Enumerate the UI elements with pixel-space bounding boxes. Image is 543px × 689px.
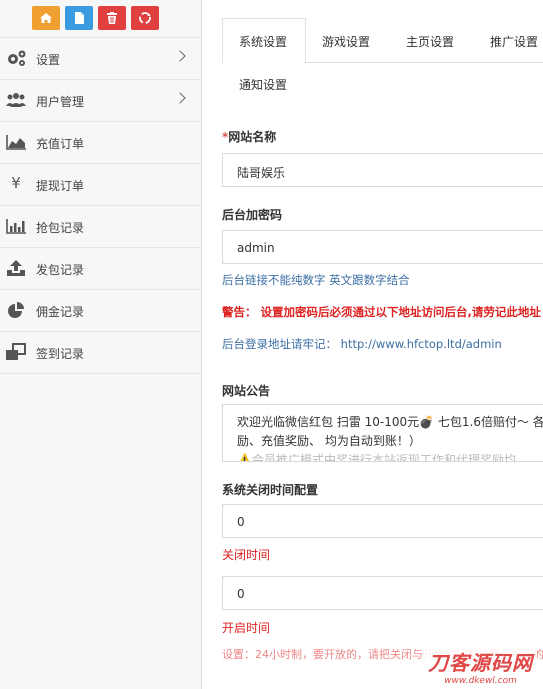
sidebar-item-send-records[interactable]: 发包记录 <box>0 248 201 290</box>
admin-password-hint: 后台链接不能纯数字 英文跟数字结合 <box>222 273 410 287</box>
sidebar-item-label: 签到记录 <box>36 347 85 361</box>
windows-icon <box>6 343 26 360</box>
sidebar: 设置 用户管理 充值订单 ¥ 提现订单 抢包记录 发包记录 佣金记录 签到记录 <box>0 0 202 689</box>
yen-icon: ¥ <box>11 174 21 192</box>
site-name-value: 陆哥娱乐 <box>237 166 286 180</box>
sidebar-item-label: 佣金记录 <box>36 305 85 319</box>
file-button[interactable] <box>65 6 93 30</box>
watermark: 刀客源码网 www.dkewl.com <box>424 647 537 686</box>
delete-button[interactable] <box>98 6 126 30</box>
area-chart-icon <box>6 135 26 150</box>
admin-url-note: 后台登录地址请牢记： http://www.hfctop.ltd/admin <box>222 337 502 351</box>
close-time-input[interactable]: 0 <box>222 504 543 538</box>
close-time-config-label: 系统关闭时间配置 <box>222 483 319 497</box>
trash-icon <box>107 12 117 24</box>
sidebar-item-label: 用户管理 <box>36 95 85 109</box>
sidebar-item-label: 设置 <box>36 53 61 67</box>
tab-promotion-settings[interactable]: 推广设置 <box>490 33 538 50</box>
site-name-label-text: 网站名称 <box>228 130 277 144</box>
tab-game-settings[interactable]: 游戏设置 <box>322 33 370 50</box>
sidebar-item-settings[interactable]: 设置 <box>0 38 201 80</box>
open-time-value: 0 <box>237 587 245 601</box>
tab-system-settings[interactable]: 系统设置 <box>239 33 287 50</box>
sidebar-item-label: 抢包记录 <box>36 221 85 235</box>
home-button[interactable] <box>32 6 60 30</box>
sidebar-item-commission-records[interactable]: 佣金记录 <box>0 290 201 332</box>
open-time-label: 开启时间 <box>222 621 271 635</box>
tab-notification-settings[interactable]: 通知设置 <box>239 76 287 93</box>
close-time-label: 关闭时间 <box>222 548 271 562</box>
admin-password-input[interactable]: admin <box>222 230 543 264</box>
close-time-value: 0 <box>237 515 245 529</box>
sidebar-item-label: 充值订单 <box>36 137 85 151</box>
settings-tabs: 系统设置 游戏设置 主页设置 推广设置 通知设置 <box>222 18 543 104</box>
open-time-input[interactable]: 0 <box>222 576 543 610</box>
admin-password-label: 后台加密码 <box>222 208 283 222</box>
upload-icon <box>7 260 25 276</box>
sidebar-item-users[interactable]: 用户管理 <box>0 80 201 122</box>
warning-text: 警告： 设置加密码后必须通过以下地址访问后台,请劳记此地址 <box>222 305 541 319</box>
sidebar-item-signin-records[interactable]: 签到记录 <box>0 332 201 374</box>
main-content: 系统设置 游戏设置 主页设置 推广设置 通知设置 *网站名称 陆哥娱乐 后台加密… <box>202 0 543 689</box>
sidebar-item-grab-records[interactable]: 抢包记录 <box>0 206 201 248</box>
bar-chart-icon <box>6 219 26 234</box>
notice-line: ⚠️会员推广模式中奖进行本站返现工作和代理奖励均 <box>237 453 516 462</box>
admin-password-value: admin <box>237 241 275 255</box>
site-name-label: *网站名称 <box>222 128 276 145</box>
notice-line: 欢迎光临微信红包 扫雷 10-100元💣 七包1.6倍赔付～ 各 <box>237 415 543 429</box>
sidebar-toolbar <box>0 0 201 38</box>
users-icon <box>6 93 26 107</box>
watermark-url: www.dkewl.com <box>444 676 517 686</box>
sidebar-item-label: 发包记录 <box>36 263 85 277</box>
home-icon <box>40 13 52 23</box>
sidebar-item-withdraw-orders[interactable]: ¥ 提现订单 <box>0 164 201 206</box>
watermark-title: 刀客源码网 <box>428 651 533 675</box>
chevron-right-icon <box>174 92 186 104</box>
tab-divider <box>304 62 543 63</box>
sidebar-item-label: 提现订单 <box>36 179 85 193</box>
pie-chart-icon <box>8 302 24 318</box>
sidebar-item-recharge-orders[interactable]: 充值订单 <box>0 122 201 164</box>
notice-label: 网站公告 <box>222 384 271 398</box>
notice-line: 励、充值奖励、 均为自动到账！） <box>237 434 421 448</box>
file-icon <box>75 12 84 24</box>
tab-home-settings[interactable]: 主页设置 <box>406 33 454 50</box>
gears-icon <box>8 50 26 66</box>
site-name-input[interactable]: 陆哥娱乐 <box>222 153 543 187</box>
notice-textarea[interactable]: 欢迎光临微信红包 扫雷 10-100元💣 七包1.6倍赔付～ 各 励、充值奖励、… <box>222 404 543 462</box>
recycle-button[interactable] <box>131 6 159 30</box>
chevron-right-icon <box>174 50 186 62</box>
recycle-icon <box>139 12 151 24</box>
